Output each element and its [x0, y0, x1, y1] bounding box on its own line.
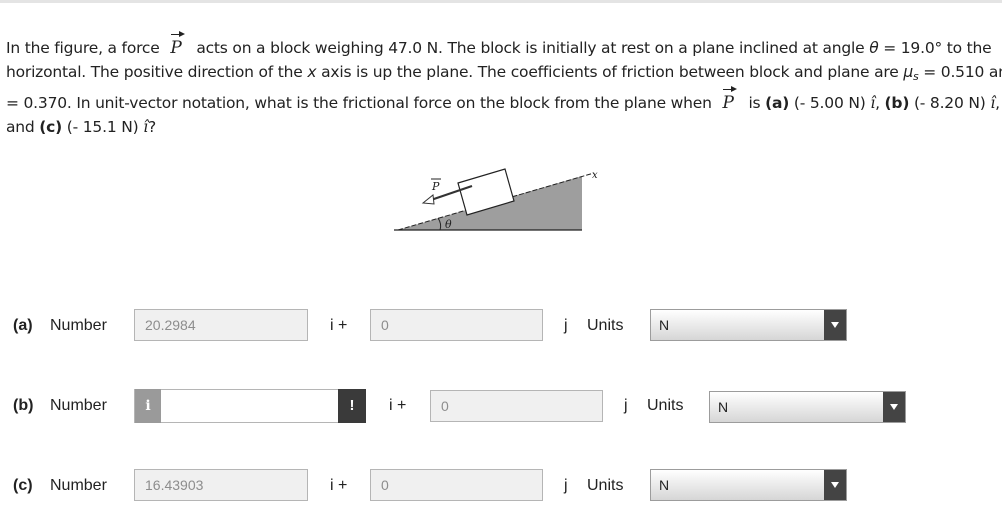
angle-label: θ — [445, 218, 452, 231]
incline-figure: x P θ — [394, 168, 598, 231]
part-label: (c) — [13, 477, 33, 494]
j-component-input[interactable]: 0 — [430, 390, 603, 422]
x-axis-label: x — [592, 170, 598, 181]
j-label: j — [624, 397, 628, 414]
part-label: (a) — [13, 317, 33, 334]
chevron-down-icon[interactable] — [824, 470, 846, 500]
number-label: Number — [50, 397, 107, 414]
chevron-down-icon[interactable] — [883, 392, 905, 422]
i-component-input[interactable]: 20.2984 — [134, 309, 308, 341]
i-plus-label: i + — [330, 477, 348, 494]
force-arrowhead — [421, 194, 435, 205]
problem-line-2: horizontal. The positive direction of th… — [6, 63, 1002, 83]
i-plus-label: i + — [330, 317, 348, 334]
problem-line-1: In the figure, a force P acts on a block… — [6, 31, 996, 60]
units-label: Units — [587, 317, 624, 334]
j-component-input[interactable]: 0 — [370, 309, 543, 341]
answer-row-c: (c) Number 16.43903 i + 0 j Units N — [0, 468, 1002, 506]
problem-statement: In the figure, a force P acts on a block… — [6, 31, 1002, 139]
units-selected-value: N — [659, 317, 670, 333]
answer-row-a: (a) Number 20.2984 i + 0 j Units N — [0, 308, 1002, 346]
theta-symbol: θ — [869, 39, 879, 57]
i-component-input[interactable] — [134, 389, 366, 423]
vector-p: P — [170, 31, 185, 60]
j-component-input[interactable]: 0 — [370, 469, 543, 501]
i-plus-label: i + — [389, 397, 407, 414]
i-component-input[interactable]: 16.43903 — [134, 469, 308, 501]
problem-line-3: = 0.370. In unit-vector notation, what i… — [6, 86, 1000, 115]
chevron-down-icon[interactable] — [824, 310, 846, 340]
units-select[interactable]: N — [709, 391, 906, 423]
alert-icon[interactable]: ! — [338, 389, 366, 423]
units-select[interactable]: N — [650, 309, 847, 341]
number-label: Number — [50, 477, 107, 494]
vector-p: P — [722, 86, 738, 115]
j-label: j — [564, 317, 568, 334]
units-selected-value: N — [718, 399, 729, 415]
force-label: P — [431, 180, 440, 193]
units-selected-value: N — [659, 477, 670, 493]
top-divider — [0, 0, 1002, 3]
j-label: j — [564, 477, 568, 494]
units-select[interactable]: N — [650, 469, 847, 501]
units-label: Units — [647, 397, 684, 414]
number-label: Number — [50, 317, 107, 334]
part-label: (b) — [13, 397, 34, 414]
info-icon[interactable]: i — [135, 389, 161, 423]
units-label: Units — [587, 477, 624, 494]
problem-line-4: and (c) (- 15.1 N) î? — [6, 118, 156, 136]
